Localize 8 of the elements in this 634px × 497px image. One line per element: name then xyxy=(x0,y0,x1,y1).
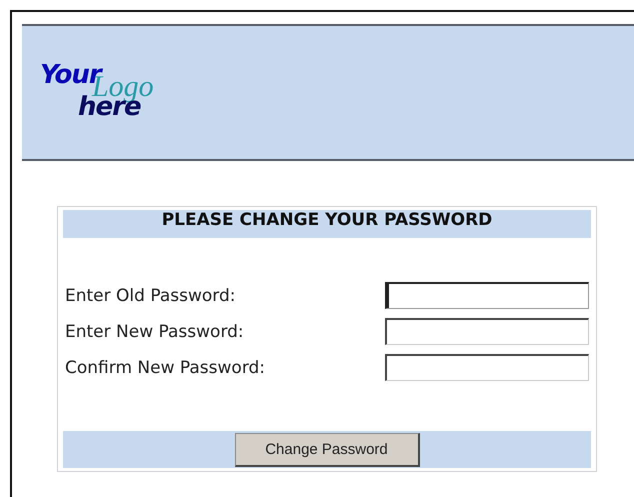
field-label: Enter Old Password: xyxy=(65,286,236,306)
form-title: PLEASE CHANGE YOUR PASSWORD xyxy=(63,210,591,238)
password-field[interactable] xyxy=(385,354,589,381)
field-label: Enter New Password: xyxy=(65,322,245,342)
password-field[interactable] xyxy=(385,282,589,309)
field-label: Confirm New Password: xyxy=(65,358,266,378)
password-field[interactable] xyxy=(385,318,589,345)
change-password-button[interactable]: Change Password xyxy=(234,432,420,466)
